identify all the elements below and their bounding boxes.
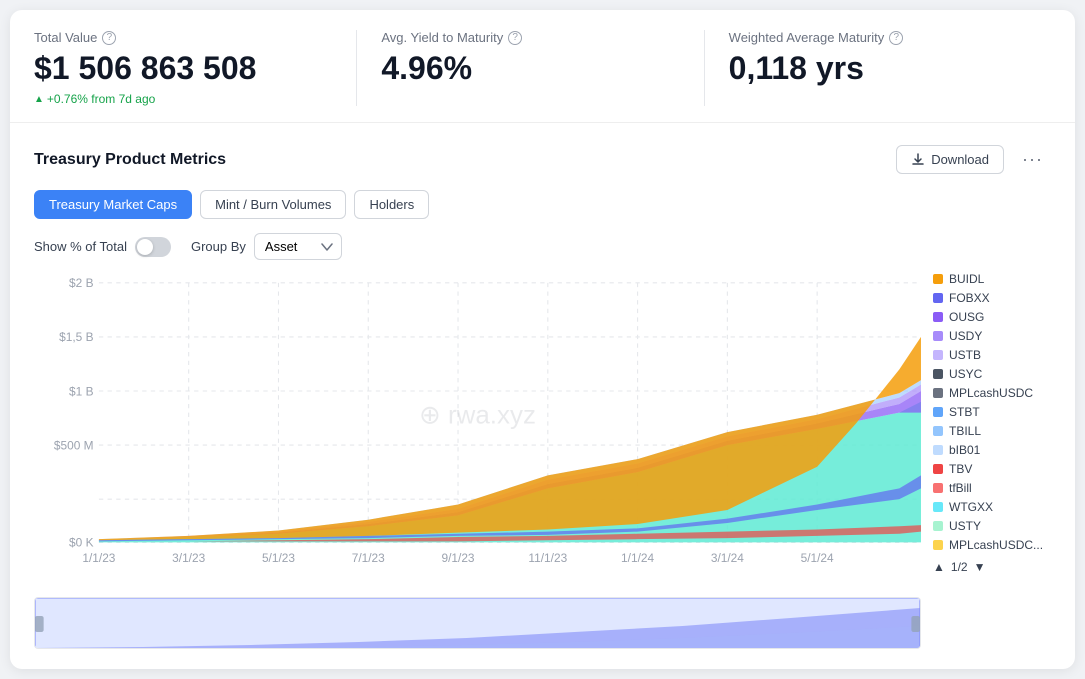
chart-area: $2 B $1,5 B $1 B $500 M $0 K	[34, 272, 921, 649]
total-value-value: $1 506 863 508	[34, 51, 332, 86]
avg-yield-label: Avg. Yield to Maturity ?	[381, 30, 679, 45]
avg-yield-metric: Avg. Yield to Maturity ? 4.96%	[356, 30, 703, 106]
legend-item-ustb: USTB	[933, 348, 1051, 362]
svg-text:3/1/24: 3/1/24	[711, 551, 744, 565]
mini-chart-svg	[35, 598, 920, 649]
main-chart-svg: $2 B $1,5 B $1 B $500 M $0 K	[34, 272, 921, 586]
legend-color-mplcashusdc2	[933, 540, 943, 550]
legend-item-usty: USTY	[933, 519, 1051, 533]
show-pct-toggle[interactable]	[135, 237, 171, 257]
tab-holders[interactable]: Holders	[354, 190, 429, 219]
download-icon	[911, 153, 925, 167]
legend-item-bib01: bIB01	[933, 443, 1051, 457]
svg-text:11/1/23: 11/1/23	[528, 551, 567, 565]
legend-color-ousg	[933, 312, 943, 322]
legend-color-mplcashusdc	[933, 388, 943, 398]
chart-header-actions: Download ···	[896, 143, 1051, 176]
chart-legend: BUIDL FOBXX OUSG USDY USTB	[921, 272, 1051, 649]
legend-color-tfbill	[933, 483, 943, 493]
legend-color-bib01	[933, 445, 943, 455]
legend-item-fobxx: FOBXX	[933, 291, 1051, 305]
group-by-control: Group By Asset Protocol	[191, 233, 342, 260]
legend-item-stbt: STBT	[933, 405, 1051, 419]
avg-yield-help-icon[interactable]: ?	[508, 31, 522, 45]
chart-title: Treasury Product Metrics	[34, 151, 226, 169]
svg-text:1/1/23: 1/1/23	[82, 551, 115, 565]
svg-text:5/1/24: 5/1/24	[801, 551, 834, 565]
legend-color-tbill	[933, 426, 943, 436]
total-value-metric: Total Value ? $1 506 863 508 ▲ +0.76% fr…	[34, 30, 356, 106]
weighted-maturity-value: 0,118 yrs	[729, 51, 1027, 86]
more-options-button[interactable]: ···	[1014, 143, 1051, 176]
prev-page-arrow-icon[interactable]: ▲	[933, 560, 945, 574]
svg-text:5/1/23: 5/1/23	[262, 551, 295, 565]
legend-color-wtgxx	[933, 502, 943, 512]
mini-chart[interactable]: Jan '23 May '23 Sep '23 Jan '24 May '24	[34, 597, 921, 649]
legend-item-ousg: OUSG	[933, 310, 1051, 324]
chart-controls: Show % of Total Group By Asset Protocol	[34, 233, 1051, 260]
legend-item-tbv: TBV	[933, 462, 1051, 476]
legend-color-fobxx	[933, 293, 943, 303]
chart-section: Treasury Product Metrics Download ··· Tr…	[10, 123, 1075, 669]
legend-item-mplcashusdc: MPLcashUSDC	[933, 386, 1051, 400]
svg-text:7/1/23: 7/1/23	[352, 551, 385, 565]
legend-item-mplcashusdc2: MPLcashUSDC...	[933, 538, 1051, 552]
tab-treasury-market-caps[interactable]: Treasury Market Caps	[34, 190, 192, 219]
chart-header: Treasury Product Metrics Download ···	[34, 143, 1051, 176]
svg-text:$0 K: $0 K	[69, 536, 94, 550]
svg-text:3/1/23: 3/1/23	[172, 551, 205, 565]
svg-text:1/1/24: 1/1/24	[621, 551, 654, 565]
more-dots-icon: ···	[1022, 149, 1043, 170]
weighted-maturity-metric: Weighted Average Maturity ? 0,118 yrs	[704, 30, 1051, 106]
svg-text:$500 M: $500 M	[54, 439, 94, 453]
main-container: Total Value ? $1 506 863 508 ▲ +0.76% fr…	[10, 10, 1075, 669]
legend-color-tbv	[933, 464, 943, 474]
total-value-label: Total Value ?	[34, 30, 332, 45]
toggle-knob	[137, 239, 153, 255]
legend-item-tfbill: tfBill	[933, 481, 1051, 495]
legend-color-ustb	[933, 350, 943, 360]
svg-text:$1,5 B: $1,5 B	[59, 330, 93, 344]
legend-color-usty	[933, 521, 943, 531]
svg-text:$1 B: $1 B	[69, 384, 94, 398]
change-arrow-icon: ▲	[34, 94, 44, 105]
metrics-bar: Total Value ? $1 506 863 508 ▲ +0.76% fr…	[10, 10, 1075, 123]
download-button[interactable]: Download	[896, 145, 1004, 174]
legend-color-buidl	[933, 274, 943, 284]
legend-color-usyc	[933, 369, 943, 379]
legend-color-usdy	[933, 331, 943, 341]
legend-color-stbt	[933, 407, 943, 417]
chart-wrapper: $2 B $1,5 B $1 B $500 M $0 K	[34, 272, 1051, 649]
legend-item-buidl: BUIDL	[933, 272, 1051, 286]
weighted-maturity-label: Weighted Average Maturity ?	[729, 30, 1027, 45]
legend-pagination: ▲ 1/2 ▼	[933, 560, 1051, 574]
avg-yield-value: 4.96%	[381, 51, 679, 86]
show-pct-toggle-label: Show % of Total	[34, 237, 171, 257]
legend-item-tbill: TBILL	[933, 424, 1051, 438]
legend-item-usdy: USDY	[933, 329, 1051, 343]
svg-text:⊕ rwa.xyz: ⊕ rwa.xyz	[419, 400, 536, 430]
svg-text:$2 B: $2 B	[69, 276, 94, 290]
page-info: 1/2	[951, 560, 968, 574]
svg-text:9/1/23: 9/1/23	[442, 551, 475, 565]
chart-tabs: Treasury Market Caps Mint / Burn Volumes…	[34, 190, 1051, 219]
next-page-arrow-icon[interactable]: ▼	[974, 560, 986, 574]
tab-mint-burn-volumes[interactable]: Mint / Burn Volumes	[200, 190, 346, 219]
weighted-maturity-help-icon[interactable]: ?	[889, 31, 903, 45]
legend-item-usyc: USYC	[933, 367, 1051, 381]
total-value-change: ▲ +0.76% from 7d ago	[34, 92, 332, 106]
total-value-help-icon[interactable]: ?	[102, 31, 116, 45]
group-by-select[interactable]: Asset Protocol	[254, 233, 342, 260]
legend-item-wtgxx: WTGXX	[933, 500, 1051, 514]
